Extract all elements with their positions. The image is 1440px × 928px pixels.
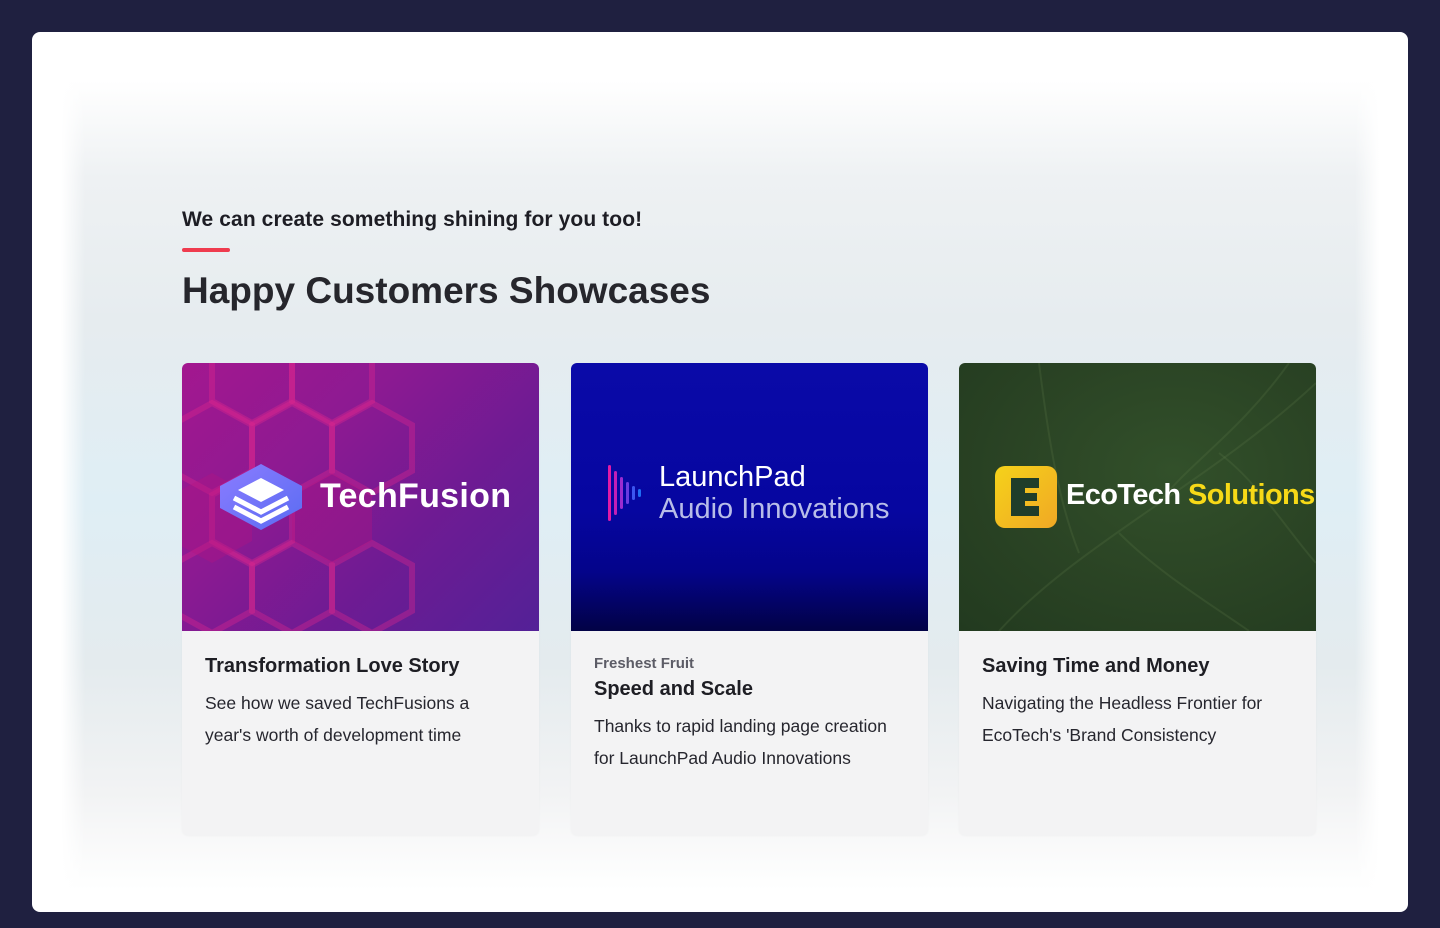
- browser-frame: We can create something shining for you …: [32, 32, 1408, 912]
- showcase-card-ecotech[interactable]: EcoTech Solutions Saving Time and Money …: [959, 363, 1316, 835]
- ecotech-wordmark-part2: Solutions: [1188, 479, 1315, 511]
- card-thumbnail: TechFusion: [182, 363, 539, 631]
- launchpad-tagline: Audio Innovations: [659, 493, 890, 525]
- techfusion-logo-icon: [220, 464, 302, 530]
- launchpad-waveform-icon: [608, 465, 641, 521]
- showcase-card-launchpad[interactable]: LaunchPad Audio Innovations Freshest Fru…: [571, 363, 928, 835]
- card-kicker: Freshest Fruit: [594, 655, 695, 672]
- card-thumbnail: EcoTech Solutions: [959, 363, 1316, 631]
- launchpad-wordmark: LaunchPad: [659, 461, 806, 493]
- eyebrow-accent-line: [182, 248, 230, 252]
- card-thumbnail: LaunchPad Audio Innovations: [571, 363, 928, 631]
- section-heading: Happy Customers Showcases: [182, 270, 711, 311]
- ecotech-wordmark: EcoTech Solutions: [1066, 479, 1315, 512]
- card-description: Thanks to rapid landing page creation fo…: [594, 716, 887, 768]
- section-eyebrow: We can create something shining for you …: [182, 208, 643, 231]
- card-description: Navigating the Headless Frontier for Eco…: [982, 693, 1263, 745]
- card-title[interactable]: Transformation Love Story: [205, 655, 516, 678]
- card-description: See how we saved TechFusions a year's wo…: [205, 693, 470, 745]
- ecotech-wordmark-part1: EcoTech: [1066, 479, 1181, 511]
- card-title[interactable]: Saving Time and Money: [982, 655, 1293, 678]
- showcase-card-techfusion[interactable]: TechFusion Transformation Love Story See…: [182, 363, 539, 835]
- techfusion-wordmark: TechFusion: [320, 477, 512, 515]
- card-title[interactable]: Speed and Scale: [594, 678, 905, 701]
- ecotech-logo-icon: [995, 466, 1057, 528]
- showcase-section: We can create something shining for you …: [61, 80, 1379, 890]
